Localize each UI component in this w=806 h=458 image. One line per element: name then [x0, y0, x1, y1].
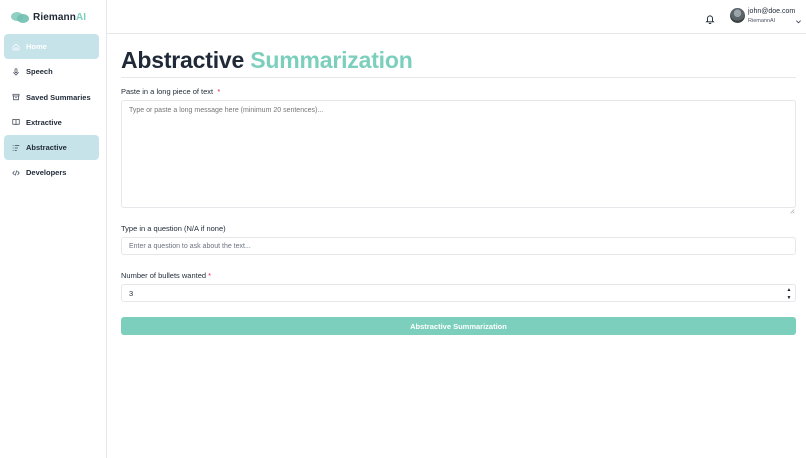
- sidebar-item-developers[interactable]: Developers: [4, 160, 99, 185]
- brand-logo[interactable]: RiemannAI: [11, 9, 86, 25]
- sidebar-item-saved-summaries[interactable]: Saved Summaries: [4, 85, 99, 110]
- question-input-placeholder: Enter a question to ask about the text..…: [129, 242, 251, 250]
- bullets-number-input[interactable]: 3 ▲ ▼: [121, 284, 796, 302]
- sidebar-item-label: Abstractive: [26, 143, 67, 153]
- chevron-down-icon[interactable]: [795, 12, 802, 24]
- sidebar-item-label: Saved Summaries: [26, 92, 91, 102]
- question-field-label: Type in a question (N/A if none): [121, 224, 226, 233]
- title-divider: [121, 77, 796, 78]
- sidebar: RiemannAI Home Speech Saved Summaries Ex…: [0, 0, 107, 458]
- sidebar-item-label: Developers: [26, 168, 67, 178]
- abstractive-summarization-button[interactable]: Abstractive Summarization: [121, 317, 796, 335]
- archive-icon: [12, 93, 20, 101]
- number-stepper[interactable]: ▲ ▼: [786, 287, 792, 301]
- app-root: RiemannAI Home Speech Saved Summaries Ex…: [0, 0, 806, 458]
- required-marker: *: [217, 87, 221, 96]
- bell-icon[interactable]: [705, 11, 715, 25]
- top-bar: john@doe.com RiemannAI: [107, 0, 806, 34]
- stepper-down-icon[interactable]: ▼: [787, 295, 792, 301]
- book-icon: [12, 118, 20, 126]
- user-email: john@doe.com: [748, 8, 796, 15]
- brand-name: RiemannAI: [33, 11, 87, 23]
- long-text-input[interactable]: [121, 100, 796, 208]
- sidebar-item-speech[interactable]: Speech: [4, 59, 99, 84]
- user-org: RiemannAI: [748, 18, 776, 24]
- sidebar-item-label: Home: [26, 42, 47, 51]
- bullets-value: 3: [129, 288, 134, 298]
- sidebar-item-abstractive[interactable]: Abstractive: [4, 135, 99, 161]
- page-title: Abstractive Summarization: [121, 47, 413, 73]
- sidebar-nav: Home Speech Saved Summaries Extractive A…: [4, 34, 99, 186]
- avatar[interactable]: [730, 8, 745, 23]
- text-field-label: Paste in a long piece of text *: [121, 87, 221, 96]
- sidebar-item-label: Speech: [26, 67, 53, 77]
- home-icon: [12, 43, 20, 51]
- question-input[interactable]: Enter a question to ask about the text..…: [121, 237, 796, 255]
- microphone-icon: [12, 68, 20, 76]
- list-icon: [12, 144, 20, 152]
- sidebar-item-home[interactable]: Home: [4, 34, 99, 59]
- required-marker: *: [208, 271, 212, 280]
- resize-handle-icon[interactable]: [789, 201, 795, 214]
- sidebar-item-label: Extractive: [26, 117, 62, 127]
- cloud-logo-icon: [11, 11, 29, 23]
- sidebar-item-extractive[interactable]: Extractive: [4, 110, 99, 135]
- bullets-field-label: Number of bullets wanted *: [121, 271, 212, 280]
- stepper-up-icon[interactable]: ▲: [787, 287, 792, 293]
- code-icon: [12, 169, 20, 177]
